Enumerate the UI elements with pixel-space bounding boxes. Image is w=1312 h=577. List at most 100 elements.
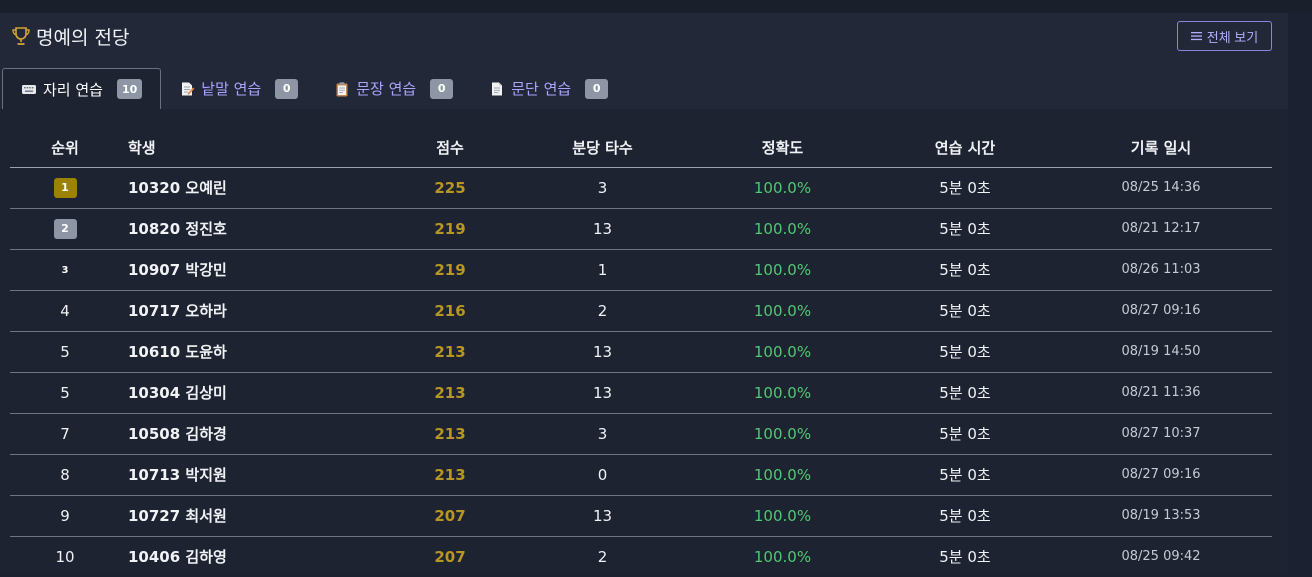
student-cell: 10717 오하라 bbox=[120, 290, 380, 332]
tab-label: 자리 연습 bbox=[43, 80, 103, 99]
column-header-score: 점수 bbox=[380, 129, 520, 168]
table-row: 4 10717 오하라 216 2 100.0% 5분 0초 08/27 09:16 bbox=[10, 290, 1272, 332]
practice-tabs: 자리 연습 10 낱말 연습 0 문장 연습 0 문단 연습 0 bbox=[2, 68, 626, 109]
table-row: 8 10713 박지원 213 0 100.0% 5분 0초 08/27 09:16 bbox=[10, 454, 1272, 496]
column-header-rank: 순위 bbox=[10, 129, 120, 168]
hall-of-fame-panel: 명예의 전당 전체 보기 자리 연습 10 낱말 연습 0 문장 연습 0 문단… bbox=[0, 13, 1288, 573]
student-cell: 10320 오예린 bbox=[120, 167, 380, 209]
column-header-time: 연습 시간 bbox=[880, 129, 1050, 168]
table-row: 2 10820 정진호 219 13 100.0% 5분 0초 08/21 12:17 bbox=[10, 208, 1272, 250]
column-header-student: 학생 bbox=[120, 129, 380, 168]
date-cell: 08/21 12:17 bbox=[1050, 208, 1272, 250]
top-strip bbox=[0, 0, 1312, 13]
table-row: 5 10304 김상미 213 13 100.0% 5분 0초 08/21 11:36 bbox=[10, 372, 1272, 414]
score-cell: 207 bbox=[434, 547, 466, 566]
ranking-table: 순위 학생 점수 분당 타수 정확도 연습 시간 기록 일시 1 10320 오예… bbox=[10, 129, 1272, 577]
rank-value: 5 bbox=[60, 383, 70, 402]
score-cell: 213 bbox=[380, 372, 520, 414]
rank-cell: 2 bbox=[10, 208, 120, 250]
rank-value: 4 bbox=[60, 301, 70, 320]
wpm-cell: 13 bbox=[520, 208, 685, 250]
rank-cell: 5 bbox=[10, 331, 120, 373]
tab-count-badge: 10 bbox=[116, 79, 143, 99]
rank-value: 9 bbox=[60, 506, 70, 525]
rank-badge: 1 bbox=[53, 177, 77, 198]
view-all-button[interactable]: 전체 보기 bbox=[1177, 21, 1272, 51]
rank-badge: 2 bbox=[53, 218, 77, 239]
date-cell: 08/25 09:42 bbox=[1121, 549, 1201, 565]
table-row: 1 10320 오예린 225 3 100.0% 5분 0초 08/25 14:36 bbox=[10, 167, 1272, 209]
wpm-cell: 13 bbox=[520, 372, 685, 414]
ranking-rows: 1 10320 오예린 225 3 100.0% 5분 0초 08/25 14:36 2 108… bbox=[10, 167, 1272, 577]
date-cell: 08/26 11:03 bbox=[1050, 249, 1272, 291]
rank-value: 7 bbox=[60, 424, 70, 443]
table-row: 9 10727 최서원 207 13 100.0% 5분 0초 08/19 13:53 bbox=[10, 495, 1272, 537]
time-cell: 5분 0초 bbox=[880, 249, 1050, 291]
time-cell: 5분 0초 bbox=[880, 454, 1050, 496]
tab-position-practice[interactable]: 자리 연습 10 bbox=[2, 68, 162, 109]
tab-label: 낱말 연습 bbox=[201, 80, 262, 98]
rank-cell: 8 bbox=[10, 454, 120, 496]
score-cell: 225 bbox=[380, 167, 520, 209]
student-cell: 10907 박강민 bbox=[120, 249, 380, 291]
date-cell: 08/21 11:36 bbox=[1050, 372, 1272, 414]
student-cell: 10406 김하영 bbox=[128, 548, 227, 567]
time-cell: 5분 0초 bbox=[880, 372, 1050, 414]
clipboard-icon bbox=[334, 81, 350, 97]
tab-sentence-practice[interactable]: 문장 연습 0 bbox=[316, 68, 471, 109]
rank-value: 5 bbox=[60, 342, 70, 361]
time-cell: 5분 0초 bbox=[939, 548, 991, 567]
tab-count-badge: 0 bbox=[585, 78, 609, 99]
wpm-cell: 13 bbox=[520, 331, 685, 373]
score-cell: 207 bbox=[380, 495, 520, 537]
time-cell: 5분 0초 bbox=[880, 331, 1050, 373]
accuracy-cell: 100.0% bbox=[753, 547, 812, 566]
view-all-label: 전체 보기 bbox=[1206, 29, 1259, 45]
date-cell: 08/27 09:16 bbox=[1050, 290, 1272, 332]
wpm-cell: 0 bbox=[520, 454, 685, 496]
panel-header: 명예의 전당 전체 보기 자리 연습 10 낱말 연습 0 문장 연습 0 문단… bbox=[0, 13, 1288, 109]
accuracy-cell: 100.0% bbox=[685, 249, 880, 291]
rank-cell: 1 bbox=[10, 167, 120, 209]
wpm-cell: 3 bbox=[520, 413, 685, 455]
tab-paragraph-practice[interactable]: 문단 연습 0 bbox=[471, 68, 626, 109]
page-icon bbox=[489, 81, 505, 97]
rank-cell: 3 bbox=[10, 249, 120, 291]
student-cell: 10610 도윤하 bbox=[120, 331, 380, 373]
accuracy-cell: 100.0% bbox=[685, 495, 880, 537]
accuracy-cell: 100.0% bbox=[685, 290, 880, 332]
score-cell: 213 bbox=[380, 413, 520, 455]
rank-cell: 7 bbox=[10, 413, 120, 455]
student-cell: 10508 김하경 bbox=[120, 413, 380, 455]
accuracy-cell: 100.0% bbox=[685, 331, 880, 373]
accuracy-cell: 100.0% bbox=[685, 372, 880, 414]
rank-cell: 9 bbox=[10, 495, 120, 537]
date-cell: 08/25 14:36 bbox=[1050, 167, 1272, 209]
scrollbar[interactable] bbox=[1288, 13, 1312, 573]
time-cell: 5분 0초 bbox=[880, 167, 1050, 209]
tab-label: 문장 연습 bbox=[356, 80, 417, 98]
date-cell: 08/27 09:16 bbox=[1050, 454, 1272, 496]
table-row: 7 10508 김하경 213 3 100.0% 5분 0초 08/27 10:37 bbox=[10, 413, 1272, 455]
student-cell: 10820 정진호 bbox=[120, 208, 380, 250]
rank-cell: 5 bbox=[10, 372, 120, 414]
keyboard-icon bbox=[21, 81, 37, 97]
accuracy-cell: 100.0% bbox=[685, 208, 880, 250]
wpm-cell: 2 bbox=[520, 290, 685, 332]
table-row: 5 10610 도윤하 213 13 100.0% 5분 0초 08/19 14:50 bbox=[10, 331, 1272, 373]
rank-cell: 10 bbox=[10, 536, 120, 577]
wpm-cell: 2 bbox=[597, 547, 608, 566]
list-icon bbox=[1190, 29, 1202, 44]
page-title-text: 명예의 전당 bbox=[36, 26, 130, 49]
accuracy-cell: 100.0% bbox=[685, 454, 880, 496]
tab-label: 문단 연습 bbox=[511, 80, 572, 98]
date-cell: 08/27 10:37 bbox=[1050, 413, 1272, 455]
wpm-cell: 3 bbox=[520, 167, 685, 209]
tab-count-badge: 0 bbox=[430, 78, 454, 99]
table-row: 10 10406 김하영 207 2 100.0% 5분 0초 08/25 09:42 bbox=[10, 536, 1272, 577]
student-cell: 10713 박지원 bbox=[120, 454, 380, 496]
time-cell: 5분 0초 bbox=[880, 413, 1050, 455]
tab-word-practice[interactable]: 낱말 연습 0 bbox=[161, 68, 316, 109]
column-header-date: 기록 일시 bbox=[1050, 129, 1272, 168]
memo-icon bbox=[179, 81, 195, 97]
